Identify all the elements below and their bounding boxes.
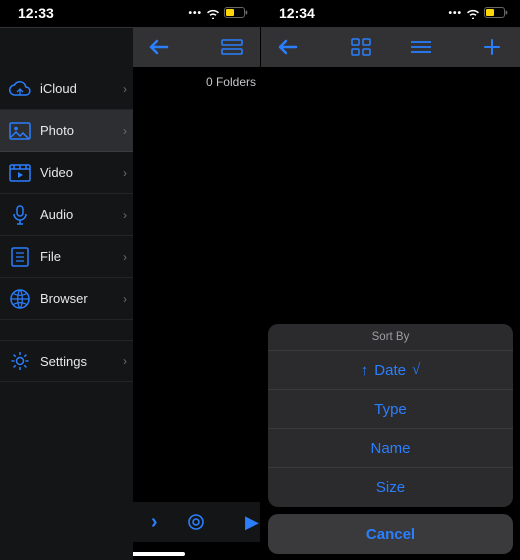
gear-icon	[8, 349, 32, 373]
target-icon	[186, 512, 206, 532]
cancel-button[interactable]: Cancel	[268, 514, 513, 554]
wifi-icon	[206, 8, 220, 19]
action-sheet: Sort By ↑ Date √ Type Name Size Cancel	[268, 324, 513, 554]
sidebar-item-label: Photo	[40, 123, 123, 138]
sidebar-item-video[interactable]: Video ›	[0, 152, 133, 194]
file-icon	[8, 245, 32, 269]
screen-left: 12:33 ••• 0 Folders	[0, 0, 260, 560]
chevron-right-icon: ›	[123, 82, 127, 96]
sidebar-item-file[interactable]: File ›	[0, 236, 133, 278]
sidebar-item-settings[interactable]: Settings ›	[0, 340, 133, 382]
sheet-title: Sort By	[268, 324, 513, 351]
sidebar-item-label: Video	[40, 165, 123, 180]
sort-option-date[interactable]: ↑ Date √	[268, 351, 513, 390]
back-button[interactable]	[140, 31, 180, 63]
bottom-toolbar: › ▶	[133, 502, 260, 542]
status-time: 12:33	[18, 5, 54, 21]
bottom-search-button[interactable]	[176, 506, 216, 538]
view-toggle-button[interactable]	[212, 31, 252, 63]
status-bar: 12:33 •••	[0, 0, 260, 20]
sidebar-item-label: Audio	[40, 207, 123, 222]
folder-count-label: 0 Folders	[206, 75, 256, 89]
sort-option-name[interactable]: Name	[268, 429, 513, 468]
sort-option-type[interactable]: Type	[268, 390, 513, 429]
play-icon: ▶	[245, 512, 259, 533]
battery-icon	[224, 7, 248, 19]
list-view-icon	[221, 39, 243, 55]
chevron-right-icon: ›	[123, 250, 127, 264]
cancel-label: Cancel	[366, 526, 415, 543]
chevron-right-icon: ›	[123, 208, 127, 222]
sidebar-item-audio[interactable]: Audio ›	[0, 194, 133, 236]
sidebar-drawer: iCloud › Photo › Video ›	[0, 28, 133, 560]
screen-right: 12:34 •••	[260, 0, 520, 560]
chevron-right-icon: ›	[123, 166, 127, 180]
sidebar-item-label: File	[40, 249, 123, 264]
chevron-right-icon: ›	[123, 292, 127, 306]
sidebar-item-icloud[interactable]: iCloud ›	[0, 68, 133, 110]
globe-icon	[8, 287, 32, 311]
sidebar-item-label: Browser	[40, 291, 123, 306]
arrow-up-icon: ↑	[361, 362, 369, 379]
sort-option-label: Size	[376, 479, 405, 496]
chevron-right-icon: ›	[151, 511, 158, 534]
signal-icon: •••	[188, 8, 202, 19]
sidebar-item-label: Settings	[40, 354, 123, 369]
audio-icon	[8, 203, 32, 227]
sort-option-label: Name	[370, 440, 410, 457]
status-right: •••	[188, 7, 248, 19]
sort-option-size[interactable]: Size	[268, 468, 513, 507]
chevron-right-icon: ›	[123, 354, 127, 368]
sidebar-item-browser[interactable]: Browser ›	[0, 278, 133, 320]
sidebar-item-label: iCloud	[40, 81, 123, 96]
arrow-left-icon	[149, 39, 171, 55]
sort-option-label: Date	[374, 362, 406, 379]
sort-option-label: Type	[374, 401, 407, 418]
sidebar-item-photo[interactable]: Photo ›	[0, 110, 133, 152]
sheet-options-group: Sort By ↑ Date √ Type Name Size	[268, 324, 513, 507]
video-icon	[8, 161, 32, 185]
sidebar-list: iCloud › Photo › Video ›	[0, 68, 133, 560]
cloud-icon	[8, 77, 32, 101]
photo-icon	[8, 119, 32, 143]
bottom-nav-button[interactable]: ›	[134, 506, 174, 538]
chevron-right-icon: ›	[123, 124, 127, 138]
checkmark-icon: √	[412, 362, 420, 379]
bottom-play-button[interactable]: ▶	[219, 506, 259, 538]
